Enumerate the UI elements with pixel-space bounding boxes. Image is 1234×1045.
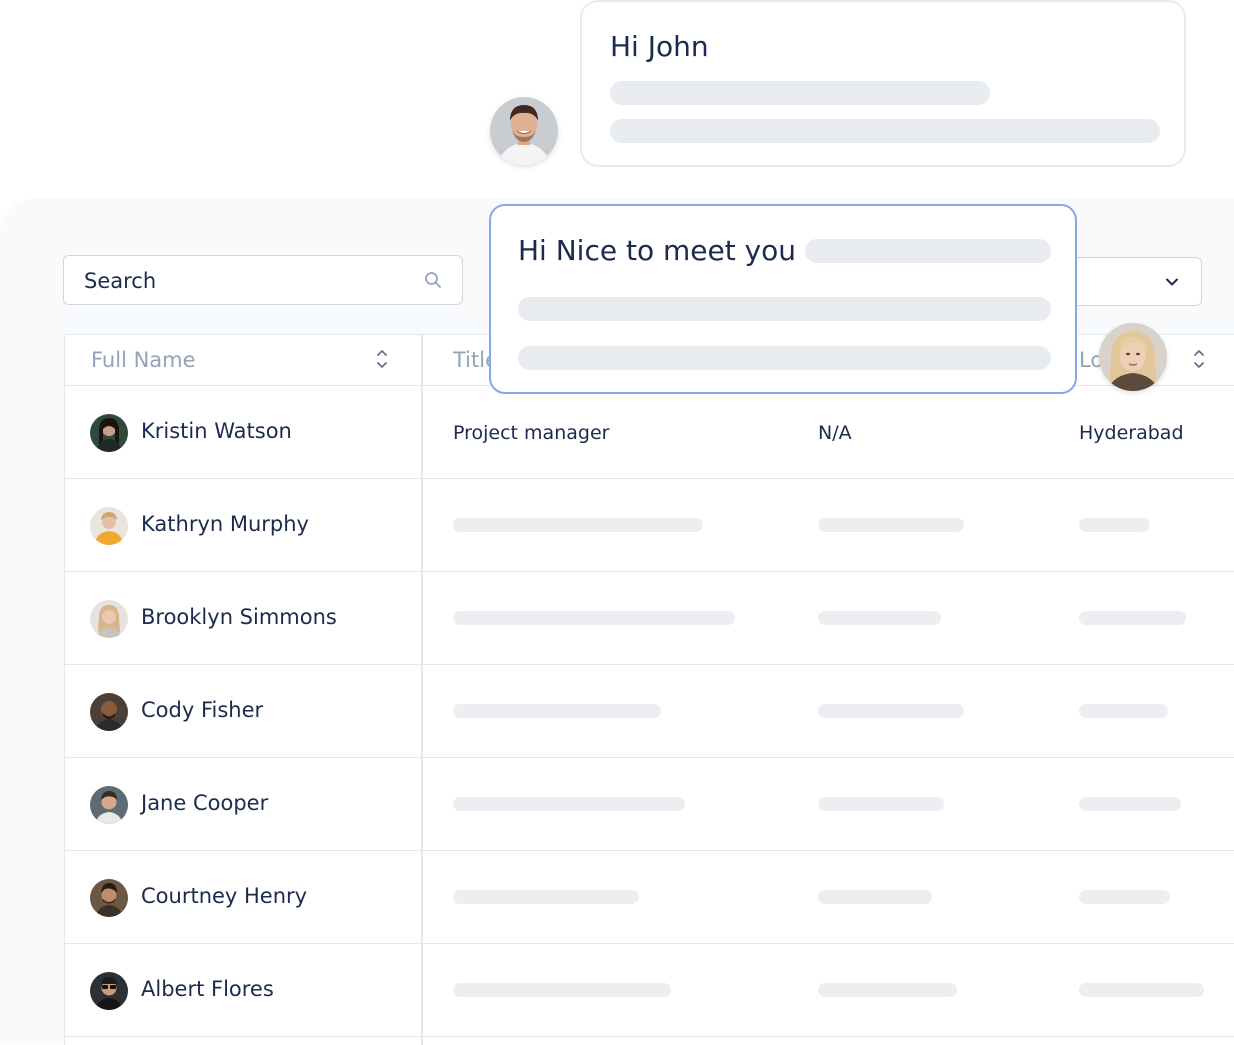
table-row[interactable]: Kristin Watson Project manager N/A Hyder… bbox=[65, 386, 1234, 479]
avatar bbox=[90, 693, 128, 731]
message-placeholder bbox=[518, 346, 1051, 370]
column-header-full-name[interactable]: Full Name bbox=[91, 348, 196, 372]
full-name: Kathryn Murphy bbox=[141, 512, 309, 536]
message-placeholder bbox=[610, 119, 1160, 143]
chat-bubble-reply: Hi Nice to meet you bbox=[489, 204, 1077, 394]
avatar bbox=[90, 786, 128, 824]
status-placeholder bbox=[818, 518, 964, 532]
search-label: Search bbox=[84, 269, 157, 293]
title-placeholder bbox=[453, 518, 703, 532]
full-name: Jane Cooper bbox=[141, 791, 269, 815]
avatar bbox=[90, 600, 128, 638]
table-row[interactable]: Courtney Henry bbox=[65, 851, 1234, 944]
title-cell: Project manager bbox=[453, 422, 610, 444]
status-placeholder bbox=[818, 704, 964, 718]
avatar bbox=[90, 972, 128, 1010]
title-placeholder bbox=[453, 890, 639, 904]
location-placeholder bbox=[1079, 518, 1150, 532]
location-placeholder bbox=[1079, 890, 1170, 904]
location-placeholder bbox=[1079, 797, 1181, 811]
location-placeholder bbox=[1079, 704, 1168, 718]
status-placeholder bbox=[818, 890, 932, 904]
table-row[interactable]: Albert Flores bbox=[65, 944, 1234, 1037]
table-row[interactable]: Kathryn Murphy bbox=[65, 479, 1234, 572]
avatar bbox=[1099, 323, 1167, 391]
status-placeholder bbox=[818, 983, 957, 997]
title-placeholder bbox=[453, 611, 735, 625]
status-cell: N/A bbox=[818, 422, 852, 444]
title-placeholder bbox=[453, 797, 685, 811]
message-placeholder bbox=[610, 81, 990, 105]
message-placeholder bbox=[518, 297, 1051, 321]
sort-icon[interactable] bbox=[376, 347, 388, 371]
avatar bbox=[90, 507, 128, 545]
status-placeholder bbox=[818, 797, 944, 811]
full-name: Courtney Henry bbox=[141, 884, 308, 908]
avatar bbox=[90, 879, 128, 917]
sort-icon[interactable] bbox=[1193, 347, 1205, 371]
table-row[interactable]: Brooklyn Simmons bbox=[65, 572, 1234, 665]
chat-bubble-incoming: Hi John bbox=[580, 0, 1186, 167]
chat-message: Hi John bbox=[610, 30, 709, 63]
table-row[interactable]: Cody Fisher bbox=[65, 665, 1234, 758]
search-input[interactable]: Search bbox=[63, 255, 463, 305]
full-name: Brooklyn Simmons bbox=[141, 605, 337, 629]
location-placeholder bbox=[1079, 983, 1204, 997]
status-placeholder bbox=[818, 611, 941, 625]
avatar bbox=[90, 414, 128, 452]
full-name: Albert Flores bbox=[141, 977, 274, 1001]
avatar bbox=[490, 97, 558, 165]
title-placeholder bbox=[453, 983, 671, 997]
search-icon bbox=[425, 272, 441, 288]
full-name: Cody Fisher bbox=[141, 698, 264, 722]
chevron-down-icon bbox=[1166, 278, 1178, 286]
full-name: Kristin Watson bbox=[141, 419, 292, 443]
location-placeholder bbox=[1079, 611, 1186, 625]
filter-dropdown[interactable] bbox=[1060, 257, 1202, 306]
contacts-table: Full Name Title Location Kristin Watson … bbox=[64, 334, 1234, 1045]
table-row[interactable]: Jane Cooper bbox=[65, 758, 1234, 851]
location-cell: Hyderabad bbox=[1079, 422, 1184, 444]
message-placeholder bbox=[805, 239, 1051, 263]
chat-message: Hi Nice to meet you bbox=[518, 234, 797, 267]
title-placeholder bbox=[453, 704, 661, 718]
